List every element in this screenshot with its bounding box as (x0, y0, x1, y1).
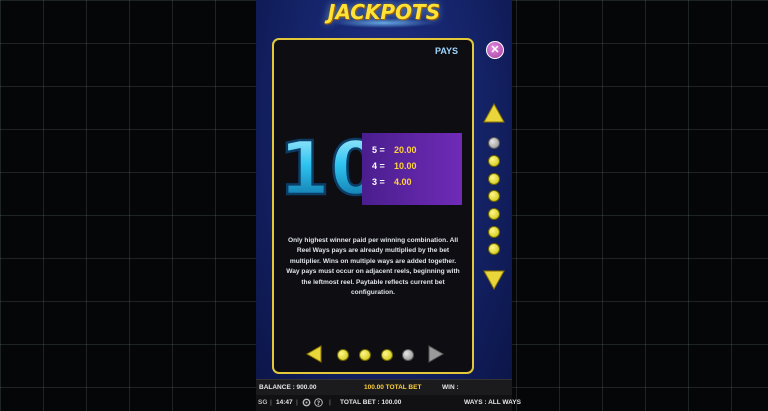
page-dot-4-current[interactable] (402, 349, 414, 361)
sidebar-dot-5[interactable] (488, 208, 500, 220)
scroll-up-arrow-icon[interactable] (483, 103, 505, 123)
pays-band: 5 = 20.00 4 = 10.00 3 = 4.00 (362, 133, 462, 205)
pay-row-4: 4 = 10.00 (372, 161, 417, 171)
win-label: WIN : (442, 384, 459, 391)
previous-page-arrow-icon[interactable] (305, 345, 323, 363)
paytable-panel: PAYS (272, 38, 474, 374)
clock-text: 14:47 (276, 399, 293, 406)
scroll-down-arrow-icon[interactable] (483, 270, 505, 290)
sidebar-dot-6[interactable] (488, 226, 500, 238)
page-dot-2[interactable] (359, 349, 371, 361)
separator-2: | (296, 399, 298, 406)
status-bar-bottom: SG | 14:47 | ? | TOTAL BET : 100.00 WAYS… (256, 395, 521, 411)
svg-text:?: ? (317, 400, 321, 407)
sidebar-dot-2[interactable] (488, 155, 500, 167)
sidebar-dot-3[interactable] (488, 173, 500, 185)
next-page-arrow-icon[interactable] (427, 345, 445, 363)
pay-row-5: 5 = 20.00 (372, 145, 417, 155)
total-bet-center: 100.00 TOTAL BET (364, 384, 422, 391)
total-bet-label: TOTAL BET : 100.00 (340, 399, 402, 406)
brand-logo: SG (258, 399, 268, 406)
separator-3: | (329, 399, 331, 406)
help-icon[interactable]: ? (314, 398, 323, 407)
background-grid: JACKPOTS PAYS ✕ 10 5 = 20.00 4 = 10.00 3 =… (0, 0, 768, 411)
settings-icon[interactable] (302, 398, 311, 407)
pay-row-3: 3 = 4.00 (372, 177, 412, 187)
ways-label: WAYS : ALL WAYS (464, 399, 521, 406)
sidebar-dot-4[interactable] (488, 190, 500, 202)
pays-title: PAYS (434, 46, 458, 56)
paytable-description: Only highest winner paid per winning com… (286, 237, 460, 297)
sidebar-dot-7[interactable] (488, 243, 500, 255)
page-dot-3[interactable] (381, 349, 393, 361)
sidebar-dot-1-current[interactable] (488, 137, 500, 149)
page-dot-1[interactable] (337, 349, 349, 361)
page-pager (305, 344, 445, 364)
separator-1: | (270, 399, 272, 406)
close-button[interactable]: ✕ (486, 41, 504, 59)
status-bar-top: BALANCE : 900.00 100.00 TOTAL BET WIN : (256, 379, 512, 396)
balance-label: BALANCE : 900.00 (259, 384, 317, 391)
jackpots-logo: JACKPOTS (327, 0, 441, 24)
